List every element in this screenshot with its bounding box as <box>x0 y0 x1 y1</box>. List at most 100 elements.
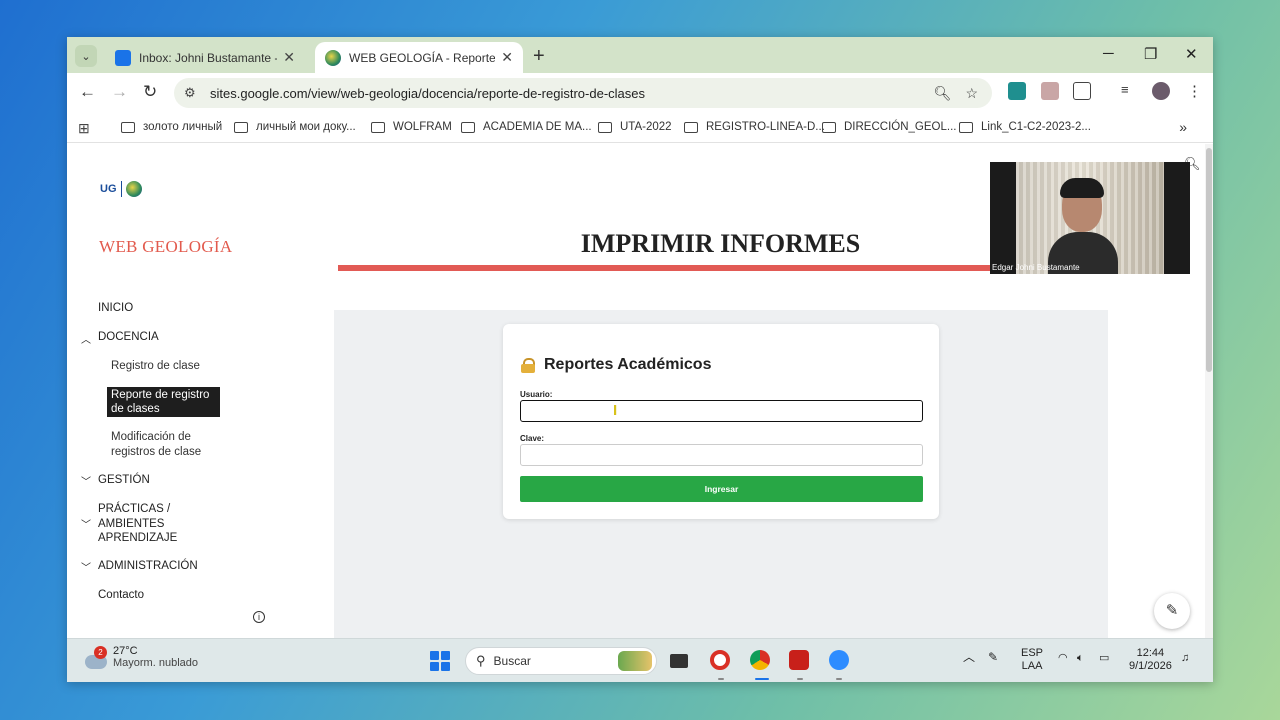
zoom-app-icon[interactable] <box>829 650 849 670</box>
folder-icon <box>461 121 475 133</box>
clock[interactable]: 12:44 9/1/2026 <box>1129 647 1172 673</box>
app-active-indicator <box>755 678 769 680</box>
close-tab-icon[interactable]: ✕ <box>283 49 295 66</box>
participant-video <box>1048 178 1118 274</box>
bookmark-folder[interactable]: ACADEMIA DE MA... <box>461 121 592 133</box>
chevron-up-icon[interactable]: ︿ <box>81 331 91 346</box>
windows-start-button[interactable] <box>430 651 450 671</box>
temperature: 27°C <box>113 645 138 657</box>
chrome-browser-icon[interactable] <box>750 650 770 670</box>
bookmark-folder[interactable]: DIRECCIÓN_GEOL... <box>822 121 956 133</box>
weather-widget[interactable]: 2 27°C Mayorm. nublado <box>85 645 198 669</box>
wifi-icon[interactable]: ◠ <box>1058 652 1068 665</box>
maximize-button[interactable]: ❐ <box>1144 45 1157 63</box>
nav-label: Reporte de registro <box>111 389 210 401</box>
zoom-icon[interactable]: 🔍︎ <box>934 85 952 102</box>
task-view-icon[interactable] <box>670 654 688 668</box>
tray-chevron-up-icon[interactable]: ︿ <box>963 651 975 664</box>
folder-icon <box>822 121 836 133</box>
chevron-down-icon[interactable]: ﹀ <box>81 559 91 574</box>
usuario-label: Usuario: <box>520 390 553 399</box>
windows-taskbar: 2 27°C Mayorm. nublado ⚲ Buscar ︿ ✎ ESP … <box>67 638 1213 682</box>
ingresar-button[interactable]: Ingresar <box>520 476 923 502</box>
app-running-indicator <box>797 678 803 680</box>
nav-inicio[interactable]: INICIO <box>98 302 133 314</box>
tab-strip: ⌄ Inbox: Johni Bustamante - Outl ✕ WEB G… <box>67 37 1213 73</box>
chevron-down-icon: ⌄ <box>81 50 91 63</box>
nav-gestion[interactable]: GESTIÓN <box>98 474 150 486</box>
apps-grid-icon[interactable]: ⊞ <box>78 120 90 137</box>
menu-kebab-icon[interactable]: ⋮ <box>1187 82 1205 100</box>
bookmark-folder[interactable]: WOLFRAM <box>371 121 452 133</box>
clave-label: Clave: <box>520 434 545 443</box>
site-info-icon[interactable]: ⚙ <box>184 85 204 101</box>
web-page: UG WEB GEOLOGÍA INICIO ︿ DOCENCIA Regist… <box>67 144 1213 638</box>
extensions-puzzle-icon[interactable] <box>1073 82 1091 100</box>
notification-badge: 2 <box>94 646 107 659</box>
reload-icon[interactable]: ↻ <box>143 82 157 102</box>
edit-pencil-button[interactable]: ✎ <box>1154 593 1190 629</box>
bookmark-folder[interactable]: UTA-2022 <box>598 121 672 133</box>
bookmark-label: ACADEMIA DE MA... <box>483 121 592 133</box>
scrollbar-thumb[interactable] <box>1206 148 1212 372</box>
back-icon[interactable]: ← <box>79 82 96 102</box>
profile-avatar-icon[interactable] <box>1152 82 1170 100</box>
new-tab-button[interactable]: + <box>533 45 545 68</box>
minimize-button[interactable]: ─ <box>1103 45 1114 62</box>
tab-inbox[interactable]: Inbox: Johni Bustamante - Outl ✕ <box>105 42 305 73</box>
text-cursor-icon: I <box>613 402 618 419</box>
tab-search-button[interactable]: ⌄ <box>75 45 97 67</box>
bookmark-star-icon[interactable]: ☆ <box>965 85 978 102</box>
opera-browser-icon[interactable] <box>710 650 730 670</box>
extension-icon[interactable] <box>1041 82 1059 100</box>
nav-administracion[interactable]: ADMINISTRACIÓN <box>98 560 198 572</box>
nav-label: APRENDIZAJE <box>98 532 178 544</box>
nav-docencia[interactable]: DOCENCIA <box>98 331 159 343</box>
chevron-down-icon[interactable]: ﹀ <box>81 473 91 488</box>
taskbar-search[interactable]: ⚲ Buscar <box>465 647 657 675</box>
site-title[interactable]: WEB GEOLOGÍA <box>99 237 232 257</box>
address-bar[interactable]: ⚙ sites.google.com/view/web-geologia/doc… <box>174 78 992 108</box>
bookmark-label: Link_C1-C2-2023-2... <box>981 121 1091 133</box>
pencil-icon: ✎ <box>1165 602 1179 619</box>
battery-icon[interactable]: ▭ <box>1099 652 1109 665</box>
lang-code: ESP <box>1021 647 1044 659</box>
chevron-down-icon[interactable]: ﹀ <box>81 516 91 531</box>
folder-icon <box>598 121 612 133</box>
nav-modificacion[interactable]: Modificación de registros de clase <box>111 430 201 459</box>
clave-input[interactable] <box>520 444 923 466</box>
nav-contacto[interactable]: Contacto <box>98 589 144 601</box>
nav-practicas[interactable]: PRÁCTICAS / AMBIENTES APRENDIZAJE <box>98 502 177 546</box>
info-icon[interactable]: i <box>253 611 265 623</box>
video-call-overlay[interactable]: Edgar Johni Bustamante <box>990 162 1190 274</box>
nav-registro-de-clase[interactable]: Registro de clase <box>111 360 200 372</box>
acrobat-reader-icon[interactable] <box>789 650 809 670</box>
nav-reporte-de-registro[interactable]: Reporte de registro de clases <box>107 387 220 417</box>
close-tab-icon[interactable]: ✕ <box>501 49 513 66</box>
media-control-icon[interactable]: ≡ <box>1121 82 1139 100</box>
folder-icon <box>234 121 248 133</box>
bookmark-folder[interactable]: Link_C1-C2-2023-2... <box>959 121 1091 133</box>
clock-date: 9/1/2026 <box>1129 660 1172 672</box>
site-logo[interactable]: UG <box>100 178 148 200</box>
folder-icon <box>121 121 135 133</box>
url-text[interactable]: sites.google.com/view/web-geologia/docen… <box>210 86 934 101</box>
usuario-input[interactable] <box>520 400 923 422</box>
language-indicator[interactable]: ESP LAA <box>1021 647 1043 673</box>
pen-input-icon[interactable]: ✎ <box>988 651 998 664</box>
search-icon: ⚲ <box>476 653 486 668</box>
extension-icon[interactable] <box>1008 82 1026 100</box>
bookmark-folder[interactable]: REGISTRO-LINEA-D... <box>684 121 825 133</box>
bookmark-folder[interactable]: личный мои доку... <box>234 121 356 133</box>
tab-web-geologia[interactable]: WEB GEOLOGÍA - Reporte de re ✕ <box>315 42 523 73</box>
volume-icon[interactable]: 🔈︎ <box>1077 652 1084 665</box>
weather-condition: Mayorm. nublado <box>113 657 198 669</box>
close-window-button[interactable]: ✕ <box>1185 45 1198 63</box>
forward-icon[interactable]: → <box>111 82 128 102</box>
bookmark-folder[interactable]: золото личный <box>121 121 222 133</box>
folder-icon <box>959 121 973 133</box>
notifications-bell-icon[interactable]: ♫ <box>1181 652 1189 665</box>
participant-name: Edgar Johni Bustamante <box>992 263 1080 272</box>
page-scrollbar[interactable] <box>1205 144 1213 638</box>
more-bookmarks-icon[interactable]: » <box>1179 119 1187 135</box>
